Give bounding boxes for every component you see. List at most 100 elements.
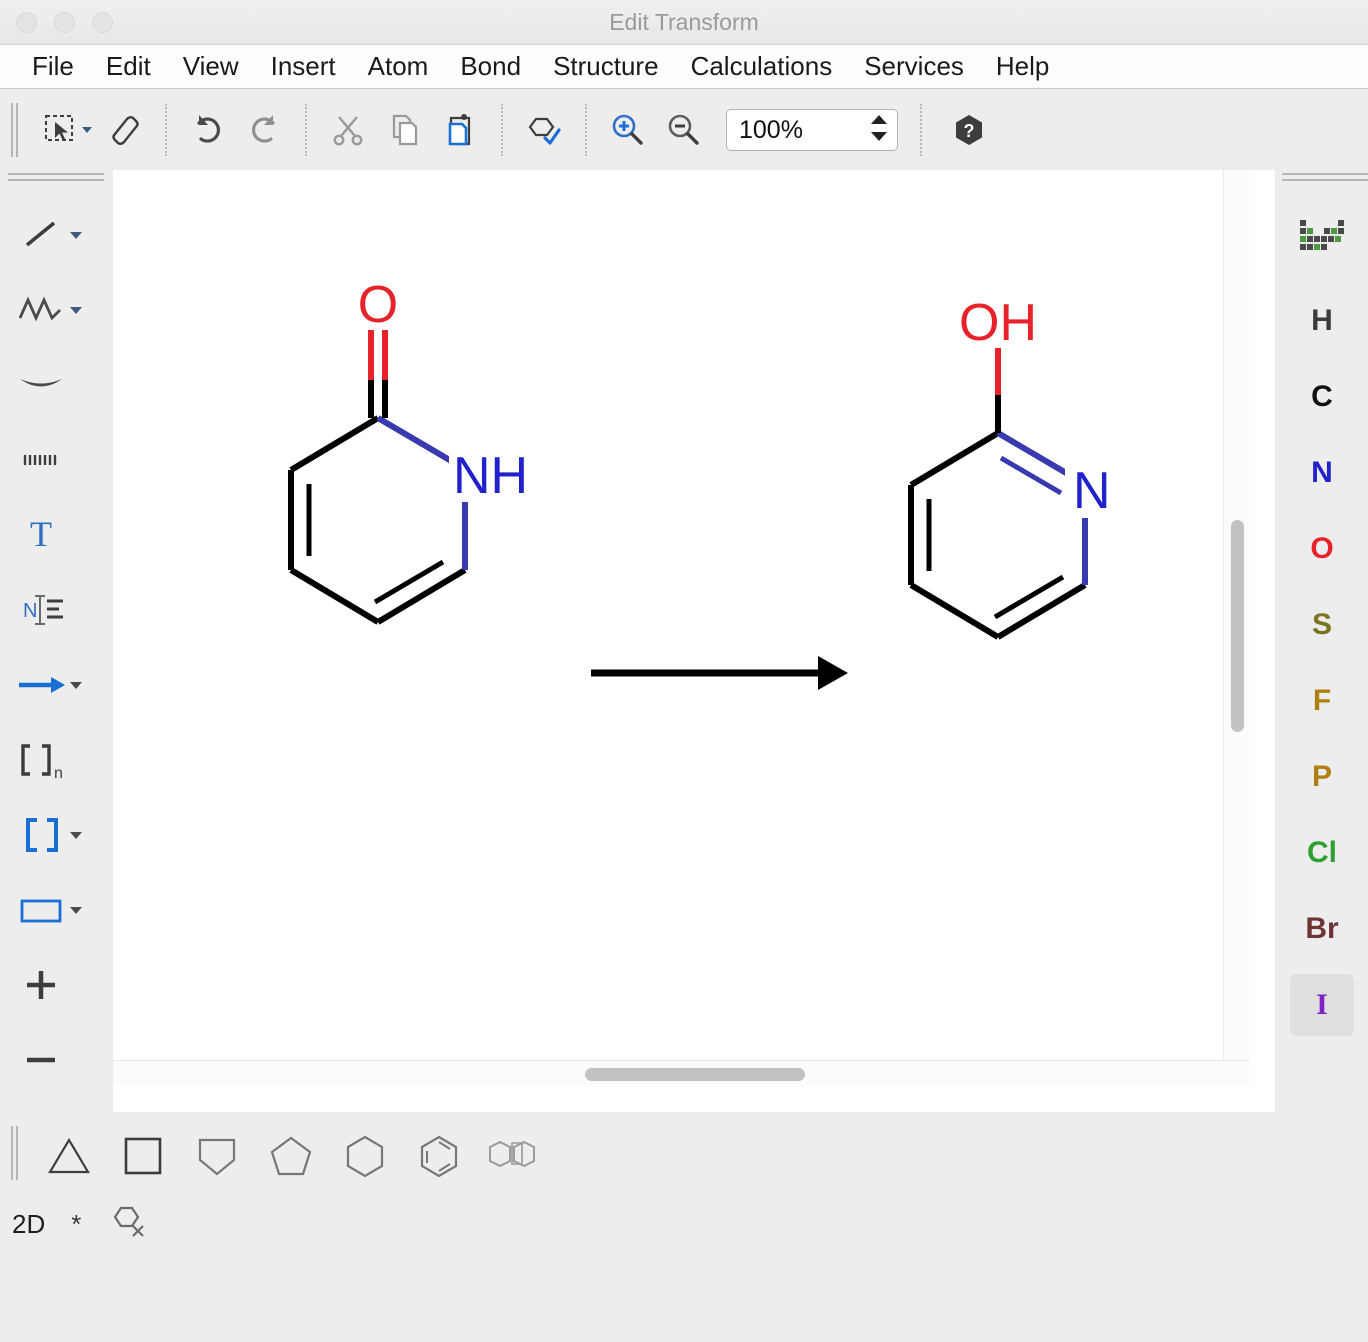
product-label-hydroxyl: OH [959, 294, 1037, 352]
clipboard-paste-icon[interactable] [432, 102, 488, 158]
hexagon-icon[interactable] [328, 1122, 402, 1190]
window-title: Edit Transform [0, 0, 1368, 45]
question-hexagon-icon[interactable]: ? [941, 102, 997, 158]
element-button-N[interactable]: N [1290, 442, 1354, 504]
element-button-F[interactable]: F [1290, 670, 1354, 732]
text-T-icon[interactable]: T [8, 506, 74, 564]
horizontal-scrollbar-thumb[interactable] [585, 1068, 805, 1081]
right-palette-grip[interactable] [1282, 172, 1362, 186]
rectangle-icon[interactable] [8, 881, 74, 939]
menu-file[interactable]: File [16, 51, 90, 82]
copy-pages-icon[interactable] [376, 102, 432, 158]
selection-dropdown-caret[interactable] [82, 127, 92, 133]
magnifier-minus-icon[interactable] [656, 102, 712, 158]
benzene-ring-icon[interactable] [402, 1122, 476, 1190]
product-label-nitrogen: N [1073, 462, 1111, 520]
element-button-I[interactable]: I [1290, 974, 1354, 1036]
naphthalene-icon[interactable] [476, 1122, 550, 1190]
menu-structure[interactable]: Structure [537, 51, 675, 82]
zoom-level-field[interactable]: 100% [726, 109, 898, 151]
pentagon-icon[interactable] [254, 1122, 328, 1190]
zoom-level-value[interactable]: 100% [727, 116, 861, 145]
bond-line-icon[interactable] [8, 206, 74, 264]
reactant-label-oxygen: O [358, 276, 398, 334]
element-button-C[interactable]: C [1290, 366, 1354, 428]
left-palette-grip[interactable] [8, 172, 104, 186]
svg-text:N: N [23, 600, 37, 622]
hash-bond-icon[interactable] [8, 431, 74, 489]
arrow-dropdown-caret[interactable] [70, 682, 82, 689]
toolbar-separator [165, 104, 167, 156]
toolbar-separator [305, 104, 307, 156]
menu-bar: File Edit View Insert Atom Bond Structur… [0, 45, 1368, 89]
redo-arrow-icon[interactable] [236, 102, 292, 158]
menu-bond[interactable]: Bond [444, 51, 537, 82]
reaction-scheme: O NH [113, 170, 1249, 1086]
toolbar-separator [920, 104, 922, 156]
brackets-icon[interactable] [8, 806, 74, 864]
menu-view[interactable]: View [167, 51, 255, 82]
atom-label-icon[interactable]: N [8, 581, 74, 639]
reaction-arrow[interactable] [591, 656, 848, 690]
svg-text:?: ? [964, 121, 975, 141]
modified-indicator: * [71, 1209, 81, 1240]
repeat-subscript-n: n [54, 765, 63, 782]
scissors-icon[interactable] [320, 102, 376, 158]
drawing-tools-palette: T N [0, 172, 110, 1112]
pentagon-flat-top-icon[interactable] [180, 1122, 254, 1190]
status-bar: 2D * [0, 1196, 1368, 1252]
chain-dropdown-caret[interactable] [70, 307, 82, 314]
canvas-vertical-scrollbar[interactable] [1223, 170, 1249, 1086]
canvas-horizontal-scrollbar[interactable] [113, 1060, 1249, 1086]
structure-canvas[interactable]: O NH [113, 170, 1275, 1112]
menu-edit[interactable]: Edit [90, 51, 167, 82]
toolbar-grip[interactable] [8, 103, 22, 157]
element-palette: H C N O S F P Cl Br I [1276, 172, 1368, 1112]
structure-invalid-icon [111, 1202, 155, 1247]
bond-dropdown-caret[interactable] [70, 232, 82, 239]
brackets-n-icon[interactable]: n [8, 731, 74, 789]
dimension-indicator: 2D [12, 1209, 45, 1240]
brackets-dropdown-caret[interactable] [70, 832, 82, 839]
toolbar-separator [501, 104, 503, 156]
element-button-Br[interactable]: Br [1290, 898, 1354, 960]
plus-icon[interactable] [8, 956, 74, 1014]
zigzag-chain-icon[interactable] [8, 281, 74, 339]
canvas-drawing-area[interactable]: O NH [113, 170, 1249, 1086]
arrow-right-icon[interactable] [8, 656, 74, 714]
ringbar-grip[interactable] [8, 1126, 22, 1186]
main-toolbar: 100% ? [0, 90, 1368, 170]
periodic-table-icon[interactable] [1290, 204, 1354, 266]
undo-arrow-icon[interactable] [180, 102, 236, 158]
reactant-label-nitrogen: NH [453, 447, 528, 505]
element-button-P[interactable]: P [1290, 746, 1354, 808]
ring-template-toolbar [0, 1118, 1368, 1194]
vertical-scrollbar-thumb[interactable] [1231, 520, 1244, 732]
triangle-icon[interactable] [32, 1122, 106, 1190]
product-structure-2-hydroxypyridine: OH N [911, 294, 1117, 637]
menu-atom[interactable]: Atom [352, 51, 445, 82]
element-button-H[interactable]: H [1290, 290, 1354, 352]
element-button-S[interactable]: S [1290, 594, 1354, 656]
zoom-stepper[interactable] [861, 110, 895, 150]
menu-services[interactable]: Services [848, 51, 980, 82]
reactant-structure-2-pyridone: O NH [291, 276, 535, 622]
menu-insert[interactable]: Insert [255, 51, 352, 82]
menu-help[interactable]: Help [980, 51, 1065, 82]
eraser-icon[interactable] [96, 102, 152, 158]
rectangle-dropdown-caret[interactable] [70, 907, 82, 914]
selection-marquee-icon[interactable] [32, 102, 88, 158]
element-button-Cl[interactable]: Cl [1290, 822, 1354, 884]
text-tool-glyph: T [30, 514, 52, 554]
minus-icon[interactable] [8, 1031, 74, 1089]
edit-transform-window: Edit Transform File Edit View Insert Ato… [0, 0, 1368, 1342]
menu-calculations[interactable]: Calculations [675, 51, 849, 82]
square-icon[interactable] [106, 1122, 180, 1190]
magnifier-plus-icon[interactable] [600, 102, 656, 158]
wedge-bold-icon[interactable] [8, 356, 74, 414]
element-button-O[interactable]: O [1290, 518, 1354, 580]
dialog-footer: Accept Cancel [0, 1252, 1368, 1342]
toolbar-separator [585, 104, 587, 156]
structure-check-icon[interactable] [516, 102, 572, 158]
title-bar: Edit Transform [0, 0, 1368, 45]
